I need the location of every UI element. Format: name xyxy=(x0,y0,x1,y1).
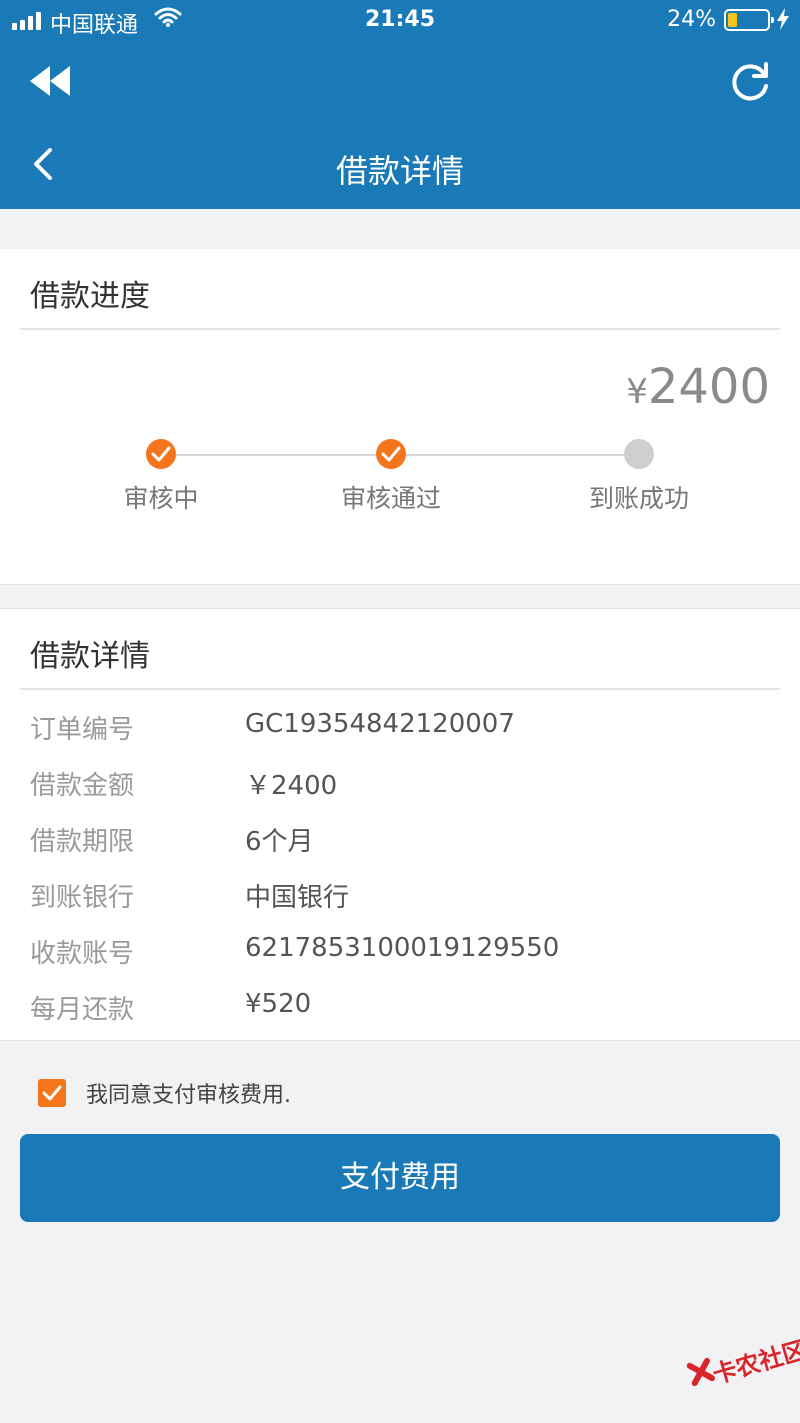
watermark-logo: 卡农社区 xyxy=(680,1317,800,1417)
detail-value-order-number: GC19354842120007 xyxy=(245,709,515,739)
progress-card: 借款进度 ¥2400 审核中 审核通过 到账成功 xyxy=(0,249,800,585)
charging-icon xyxy=(776,8,790,36)
battery-icon xyxy=(724,9,774,31)
status-bar: 中国联通 21:45 24% xyxy=(0,0,800,42)
currency-symbol: ¥ xyxy=(626,372,648,412)
detail-label-monthly-payment: 每月还款 xyxy=(30,995,135,1025)
progress-line xyxy=(176,454,638,456)
rewind-icon[interactable] xyxy=(28,62,72,100)
detail-label-loan-term: 借款期限 xyxy=(30,827,135,857)
watermark-text: 卡农社区 xyxy=(709,1335,800,1390)
battery-percent: 24% xyxy=(667,7,716,32)
detail-label-order-number: 订单编号 xyxy=(30,715,135,745)
details-section-title: 借款详情 xyxy=(30,639,150,674)
top-bar: 中国联通 21:45 24% 借款详情 xyxy=(0,0,800,209)
battery-fill xyxy=(728,13,737,27)
agree-text[interactable]: 我同意支付审核费用. xyxy=(86,1077,291,1109)
progress-divider xyxy=(20,328,780,330)
detail-value-loan-term: 6个月 xyxy=(245,827,314,857)
detail-value-account: 6217853100019129550 xyxy=(245,933,560,963)
detail-label-loan-amount: 借款金额 xyxy=(30,771,135,801)
detail-value-monthly-payment: ¥520 xyxy=(245,989,312,1019)
detail-label-bank: 到账银行 xyxy=(30,883,135,913)
step-label-1: 审核中 xyxy=(123,484,199,513)
amount-value: 2400 xyxy=(647,359,770,415)
details-divider xyxy=(20,688,780,690)
progress-section-title: 借款进度 xyxy=(30,279,150,314)
agree-checkbox[interactable] xyxy=(38,1079,66,1107)
detail-value-loan-amount: ￥2400 xyxy=(245,771,338,801)
loan-amount: ¥2400 xyxy=(626,359,770,415)
step-label-2: 审核通过 xyxy=(340,484,441,513)
details-card: 借款详情 订单编号 GC19354842120007 借款金额 ￥2400 借款… xyxy=(0,608,800,1041)
step-2-check-icon xyxy=(376,439,406,469)
refresh-icon[interactable] xyxy=(728,60,772,104)
detail-label-account: 收款账号 xyxy=(30,939,135,969)
detail-value-bank: 中国银行 xyxy=(245,883,350,913)
pay-fee-button[interactable]: 支付费用 xyxy=(20,1134,780,1222)
step-label-3: 到账成功 xyxy=(588,484,689,513)
step-3-pending-dot xyxy=(624,439,654,469)
step-1-check-icon xyxy=(146,439,176,469)
page-title: 借款详情 xyxy=(335,152,464,190)
